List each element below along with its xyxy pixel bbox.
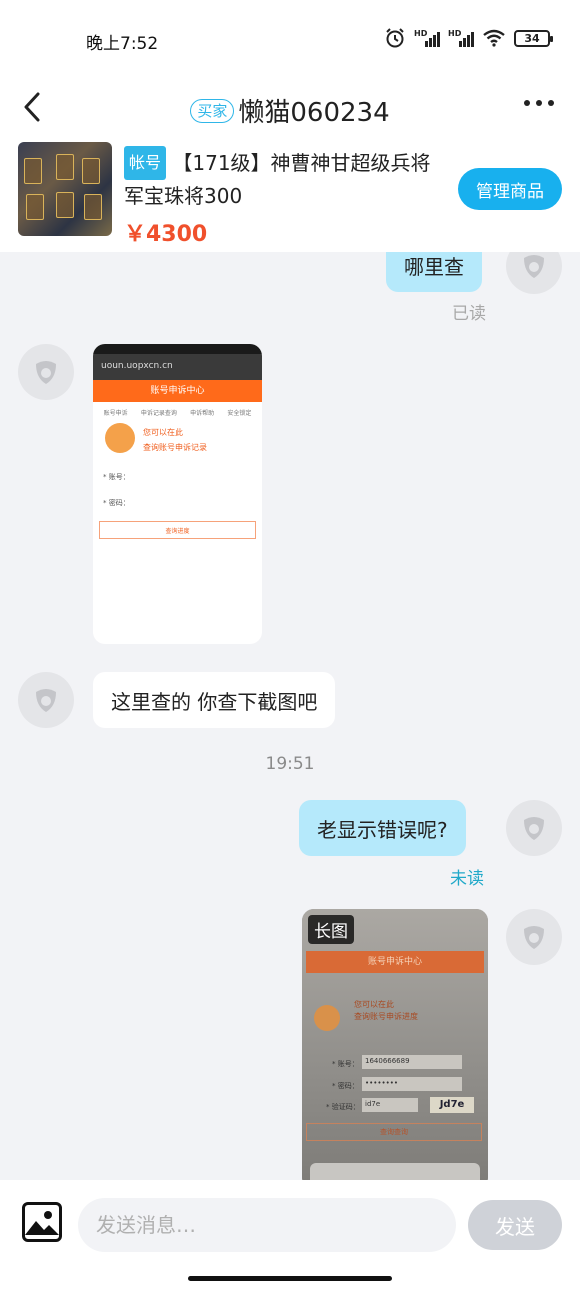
dot-icon — [536, 100, 542, 106]
message-input[interactable] — [78, 1198, 456, 1252]
buyer-badge: 买家 — [190, 98, 235, 123]
product-price: ￥4300 — [124, 222, 208, 247]
avatar[interactable] — [18, 344, 74, 400]
wifi-icon — [483, 29, 505, 47]
signal-1-icon: HD — [414, 29, 440, 47]
signal-2-icon: HD — [448, 29, 474, 47]
message-text: 这里查的 你查下截图吧 — [111, 689, 318, 714]
message-text: 老显示错误呢? — [317, 817, 448, 842]
dot-icon — [524, 100, 530, 106]
thumb-card — [82, 158, 100, 184]
product-info: 帐号 【171级】神曹神甘超级兵将军宝珠将300 ￥4300 — [124, 146, 444, 248]
chat-messages[interactable]: 哪里查 已读 uoun.uopxcn.cn 账号申诉中心 账号申诉 申诉记录查询… — [0, 252, 580, 1180]
status-bar: 晚上7:52 HD HD 34 — [0, 0, 580, 80]
screenshot-banner: 账号申诉中心 — [93, 380, 262, 402]
product-card[interactable]: 帐号 【171级】神曹神甘超级兵将军宝珠将300 ￥4300 管理商品 — [0, 138, 580, 252]
image-message[interactable]: uoun.uopxcn.cn 账号申诉中心 账号申诉 申诉记录查询 申诉帮助 安… — [93, 344, 262, 644]
long-image-message[interactable]: 账号申诉中心 您可以在此 查询账号申诉进度 * 账号： 1640666689 *… — [302, 909, 488, 1180]
message-bubble-theirs[interactable]: 这里查的 你查下截图吧 — [93, 672, 336, 728]
thumb-card — [24, 158, 42, 184]
chat-header: 买家 懒猫060234 — [0, 80, 580, 138]
screenshot-url: uoun.uopxcn.cn — [93, 354, 262, 380]
squirrel-mascot-icon — [314, 1005, 340, 1031]
long-image-tag: 长图 — [308, 915, 354, 944]
product-title-text: 【171级】神曹神甘超级兵将军宝珠将300 — [124, 151, 431, 208]
product-title: 帐号 【171级】神曹神甘超级兵将军宝珠将300 — [124, 146, 444, 212]
send-button[interactable]: 发送 — [468, 1200, 562, 1250]
more-options-button[interactable] — [524, 100, 554, 106]
photo-dialog — [310, 1163, 480, 1180]
home-indicator[interactable] — [188, 1276, 392, 1281]
read-status: 已读 — [452, 304, 486, 324]
battery-icon: 34 — [514, 29, 553, 47]
thumb-card — [26, 194, 44, 220]
chat-title: 买家 懒猫060234 — [0, 92, 580, 129]
message-text: 哪里查 — [404, 254, 464, 279]
avatar[interactable] — [506, 252, 562, 294]
account-tag: 帐号 — [124, 146, 167, 180]
gallery-button[interactable] — [22, 1202, 62, 1242]
alarm-icon — [386, 28, 404, 48]
avatar-placeholder-icon — [524, 255, 544, 278]
message-composer: 发送 — [0, 1180, 580, 1289]
thumb-card — [84, 194, 102, 220]
avatar-placeholder-icon — [36, 361, 56, 384]
status-icons: HD HD 34 — [384, 27, 553, 49]
avatar[interactable] — [506, 909, 562, 965]
avatar-placeholder-icon — [524, 817, 544, 840]
image-icon — [25, 1211, 59, 1235]
screenshot-tabs: 账号申诉 申诉记录查询 申诉帮助 安全锁定 — [103, 410, 252, 417]
message-bubble-mine[interactable]: 老显示错误呢? — [299, 800, 466, 856]
message-timestamp: 19:51 — [265, 754, 315, 774]
status-time: 晚上7:52 — [86, 34, 159, 54]
avatar[interactable] — [506, 800, 562, 856]
avatar-placeholder-icon — [36, 689, 56, 712]
contact-name: 懒猫060234 — [238, 98, 390, 128]
dot-icon — [548, 100, 554, 106]
squirrel-mascot-icon — [105, 423, 135, 453]
screenshot-statusbar — [93, 344, 262, 354]
manage-product-button[interactable]: 管理商品 — [458, 168, 562, 210]
unread-status: 未读 — [450, 869, 484, 889]
message-bubble-mine[interactable]: 哪里查 — [386, 252, 482, 292]
avatar[interactable] — [18, 672, 74, 728]
photo-banner: 账号申诉中心 — [306, 951, 484, 973]
thumb-card — [56, 192, 74, 218]
product-thumbnail[interactable] — [18, 142, 112, 236]
avatar-placeholder-icon — [524, 926, 544, 949]
thumb-card — [56, 154, 74, 180]
